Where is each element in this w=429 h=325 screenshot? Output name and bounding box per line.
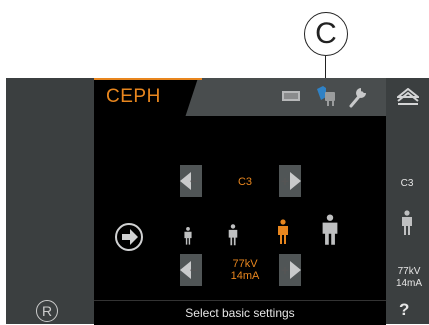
- cassette-icon[interactable]: [282, 90, 300, 102]
- enter-icon[interactable]: [114, 222, 144, 252]
- callout-label: C: [304, 12, 348, 56]
- right-kv-value: 77kV: [397, 266, 421, 277]
- right-program-value: C3: [400, 178, 414, 189]
- program-increase-button[interactable]: +: [279, 165, 301, 197]
- tab-ceph-label: CEPH: [106, 86, 161, 107]
- status-bar: Select basic settings: [94, 300, 386, 325]
- wrench-icon[interactable]: [348, 84, 370, 108]
- right-ma-value: 14mA: [395, 278, 423, 289]
- tab-active-indicator: [94, 78, 202, 80]
- device-screen: CEPH C3 77kV 14mA ? − C3 + − 77kV 14mA +…: [6, 78, 429, 325]
- exposure-decrease-button[interactable]: −: [180, 254, 202, 286]
- right-arrow-icon: [290, 172, 301, 190]
- minus-icon: −: [190, 173, 199, 189]
- minus-icon: −: [190, 262, 199, 278]
- right-arrow-icon: [290, 261, 301, 279]
- patient-size-child[interactable]: [227, 223, 239, 247]
- reference-label-r: R: [36, 300, 58, 322]
- plus-icon: +: [281, 173, 290, 189]
- program-decrease-button[interactable]: −: [180, 165, 202, 197]
- left-panel: [6, 78, 94, 324]
- patient-size-adult-medium-selected[interactable]: [276, 218, 290, 246]
- exposure-increase-button[interactable]: +: [279, 254, 301, 286]
- plus-icon: +: [281, 262, 290, 278]
- patient-positioning-icon[interactable]: [314, 83, 340, 109]
- kv-value: 77kV: [232, 258, 258, 270]
- patient-size-adult-large[interactable]: [321, 214, 339, 246]
- eject-icon[interactable]: [397, 88, 419, 106]
- status-message: Select basic settings: [185, 306, 295, 320]
- program-value: C3: [237, 176, 253, 188]
- right-patient-icon: [402, 210, 412, 235]
- help-button[interactable]: ?: [399, 300, 409, 320]
- ma-value: 14mA: [230, 270, 260, 282]
- patient-size-child-small[interactable]: [183, 226, 193, 246]
